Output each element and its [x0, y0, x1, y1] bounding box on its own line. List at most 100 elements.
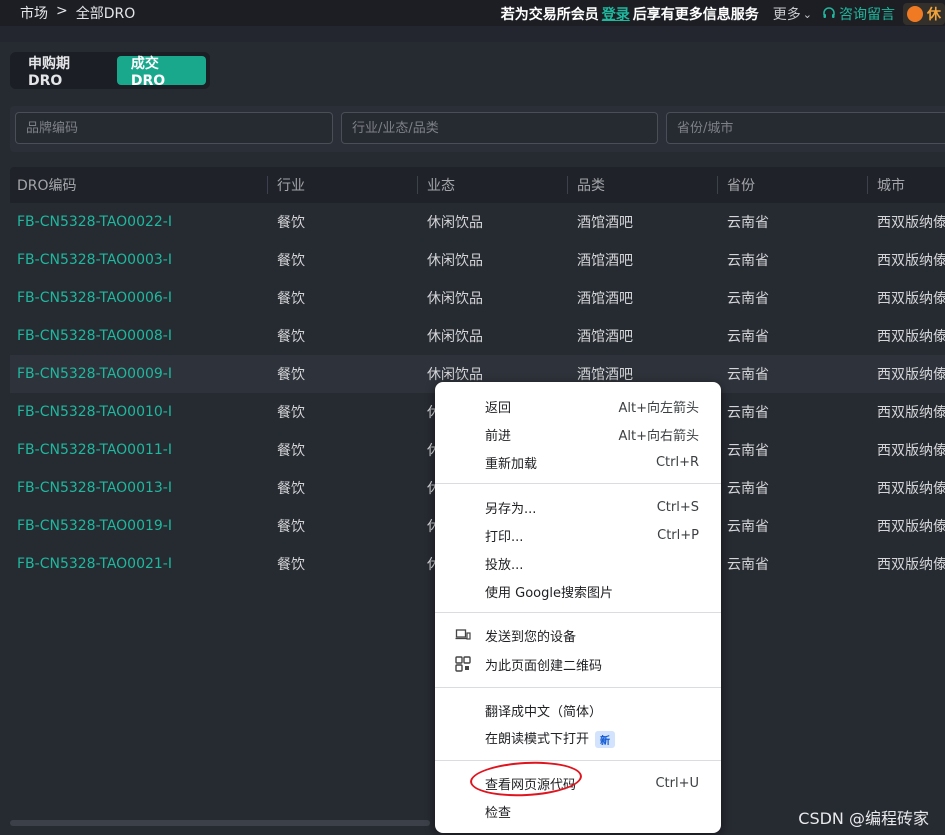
top-right-actions: 若为交易所会员 登录 后享有更多信息服务 更多 ⌄ 咨询留言 休 [501, 3, 945, 25]
filter-bar [10, 106, 945, 152]
province-cell: 云南省 [727, 367, 769, 383]
province-cell: 云南省 [727, 215, 769, 231]
column-header-category[interactable]: 品类 [567, 167, 605, 203]
province-cell: 云南省 [727, 253, 769, 269]
province-cell: 云南省 [727, 481, 769, 497]
industry-cell: 餐饮 [277, 481, 305, 497]
industry-select[interactable] [341, 112, 658, 144]
city-cell: 西双版纳傣 [877, 519, 945, 535]
table-row[interactable]: FB-CN5328-TAO0008-I 餐饮 休闲饮品 酒馆酒吧 云南省 西双版… [10, 317, 945, 355]
more-menu[interactable]: 更多 [773, 4, 801, 24]
city-cell: 西双版纳傣 [877, 557, 945, 573]
city-cell: 西双版纳傣 [877, 405, 945, 421]
horizontal-scrollbar[interactable] [10, 820, 430, 826]
dro-code-link[interactable]: FB-CN5328-TAO0021-I [17, 545, 172, 583]
city-cell: 西双版纳傣 [877, 291, 945, 307]
dro-code-link[interactable]: FB-CN5328-TAO0009-I [17, 355, 172, 393]
city-cell: 西双版纳傣 [877, 253, 945, 269]
member-notice-suffix: 后享有更多信息服务 [632, 7, 759, 23]
table-row[interactable]: FB-CN5328-TAO0006-I 餐饮 休闲饮品 酒馆酒吧 云南省 西双版… [10, 279, 945, 317]
industry-cell: 餐饮 [277, 215, 305, 231]
top-bar: 市场 > 全部DRO 若为交易所会员 登录 后享有更多信息服务 更多 ⌄ 咨询留… [0, 0, 945, 26]
industry-cell: 餐饮 [277, 405, 305, 421]
login-link[interactable]: 登录 [602, 4, 630, 24]
industry-cell: 餐饮 [277, 329, 305, 345]
city-cell: 西双版纳傣 [877, 329, 945, 345]
dro-code-link[interactable]: FB-CN5328-TAO0022-I [17, 203, 172, 241]
table-row[interactable]: FB-CN5328-TAO0022-I 餐饮 休闲饮品 酒馆酒吧 云南省 西双版… [10, 203, 945, 241]
column-divider [267, 176, 268, 194]
city-cell: 西双版纳傣 [877, 367, 945, 383]
province-cell: 云南省 [727, 557, 769, 573]
dro-code-link[interactable]: FB-CN5328-TAO0011-I [17, 431, 172, 469]
chevron-down-icon: ⌄ [802, 7, 812, 21]
menu-item-qr-code[interactable]: 为此页面创建二维码 [435, 650, 721, 678]
menu-item-back[interactable]: 返回 Alt+向左箭头 [435, 392, 721, 420]
category-cell: 酒馆酒吧 [577, 215, 633, 231]
menu-item-cast[interactable]: 投放... [435, 549, 721, 577]
qr-code-icon [455, 656, 471, 672]
industry-cell: 餐饮 [277, 519, 305, 535]
consult-button[interactable]: 咨询留言 [822, 4, 895, 24]
city-cell: 西双版纳傣 [877, 443, 945, 459]
menu-item-inspect[interactable]: 检查 [435, 797, 721, 825]
dro-code-link[interactable]: FB-CN5328-TAO0008-I [17, 317, 172, 355]
column-divider [567, 176, 568, 194]
consult-label: 咨询留言 [839, 7, 895, 23]
industry-cell: 餐饮 [277, 253, 305, 269]
member-notice-prefix: 若为交易所会员 [500, 7, 599, 23]
tab-bar: 申购期DRO 成交DRO [10, 52, 210, 89]
column-header-province[interactable]: 省份 [717, 167, 755, 203]
column-divider [867, 176, 868, 194]
industry-cell: 餐饮 [277, 291, 305, 307]
dro-code-link[interactable]: FB-CN5328-TAO0010-I [17, 393, 172, 431]
dro-code-link[interactable]: FB-CN5328-TAO0003-I [17, 241, 172, 279]
category-cell: 酒馆酒吧 [577, 291, 633, 307]
column-divider [717, 176, 718, 194]
laptop-phone-icon [455, 629, 471, 640]
menu-separator [435, 687, 721, 688]
industry-cell: 餐饮 [277, 557, 305, 573]
new-badge: 新 [595, 731, 616, 748]
breadcrumb-separator: > [56, 3, 68, 19]
province-cell: 云南省 [727, 443, 769, 459]
menu-item-print[interactable]: 打印... Ctrl+P [435, 521, 721, 549]
table-row[interactable]: FB-CN5328-TAO0003-I 餐饮 休闲饮品 酒馆酒吧 云南省 西双版… [10, 241, 945, 279]
column-header-dro-code[interactable]: DRO编码 [17, 167, 77, 203]
business-cell: 休闲饮品 [427, 253, 483, 269]
menu-item-search-image[interactable]: 使用 Google搜索图片 [435, 577, 721, 605]
breadcrumb-root[interactable]: 市场 [20, 3, 48, 23]
menu-item-send-to-device[interactable]: 发送到您的设备 [435, 621, 721, 649]
headset-icon [823, 7, 835, 18]
column-divider [417, 176, 418, 194]
city-cell: 西双版纳傣 [877, 481, 945, 497]
breadcrumb-current: 全部DRO [75, 6, 136, 22]
dro-code-link[interactable]: FB-CN5328-TAO0006-I [17, 279, 172, 317]
menu-separator [435, 760, 721, 761]
column-header-city[interactable]: 城市 [867, 167, 905, 203]
city-cell: 西双版纳傣 [877, 215, 945, 231]
province-cell: 云南省 [727, 291, 769, 307]
dro-code-link[interactable]: FB-CN5328-TAO0013-I [17, 469, 172, 507]
menu-item-reader-mode[interactable]: 在朗读模式下打开新 [435, 724, 721, 752]
context-menu: 返回 Alt+向左箭头 前进 Alt+向右箭头 重新加载 Ctrl+R 另存为.… [435, 382, 721, 833]
menu-item-forward[interactable]: 前进 Alt+向右箭头 [435, 420, 721, 448]
dro-code-link[interactable]: FB-CN5328-TAO0019-I [17, 507, 172, 545]
column-header-industry[interactable]: 行业 [267, 167, 305, 203]
column-header-business[interactable]: 业态 [417, 167, 455, 203]
business-cell: 休闲饮品 [427, 329, 483, 345]
rest-button[interactable]: 休 [903, 3, 945, 25]
rest-label: 休 [927, 7, 941, 23]
province-cell: 云南省 [727, 519, 769, 535]
brand-code-input[interactable] [15, 112, 333, 144]
menu-item-translate[interactable]: 翻译成中文（简体） [435, 696, 721, 724]
business-cell: 休闲饮品 [427, 291, 483, 307]
tab-traded-dro[interactable]: 成交DRO [116, 56, 206, 89]
menu-item-reload[interactable]: 重新加载 Ctrl+R [435, 448, 721, 476]
category-cell: 酒馆酒吧 [577, 329, 633, 345]
tab-subscription-dro[interactable]: 申购期DRO [14, 56, 117, 89]
menu-item-save-as[interactable]: 另存为... Ctrl+S [435, 493, 721, 521]
table-header: DRO编码 行业 业态 品类 省份 城市 [10, 167, 945, 203]
region-select[interactable] [666, 112, 945, 144]
business-cell: 休闲饮品 [427, 215, 483, 231]
